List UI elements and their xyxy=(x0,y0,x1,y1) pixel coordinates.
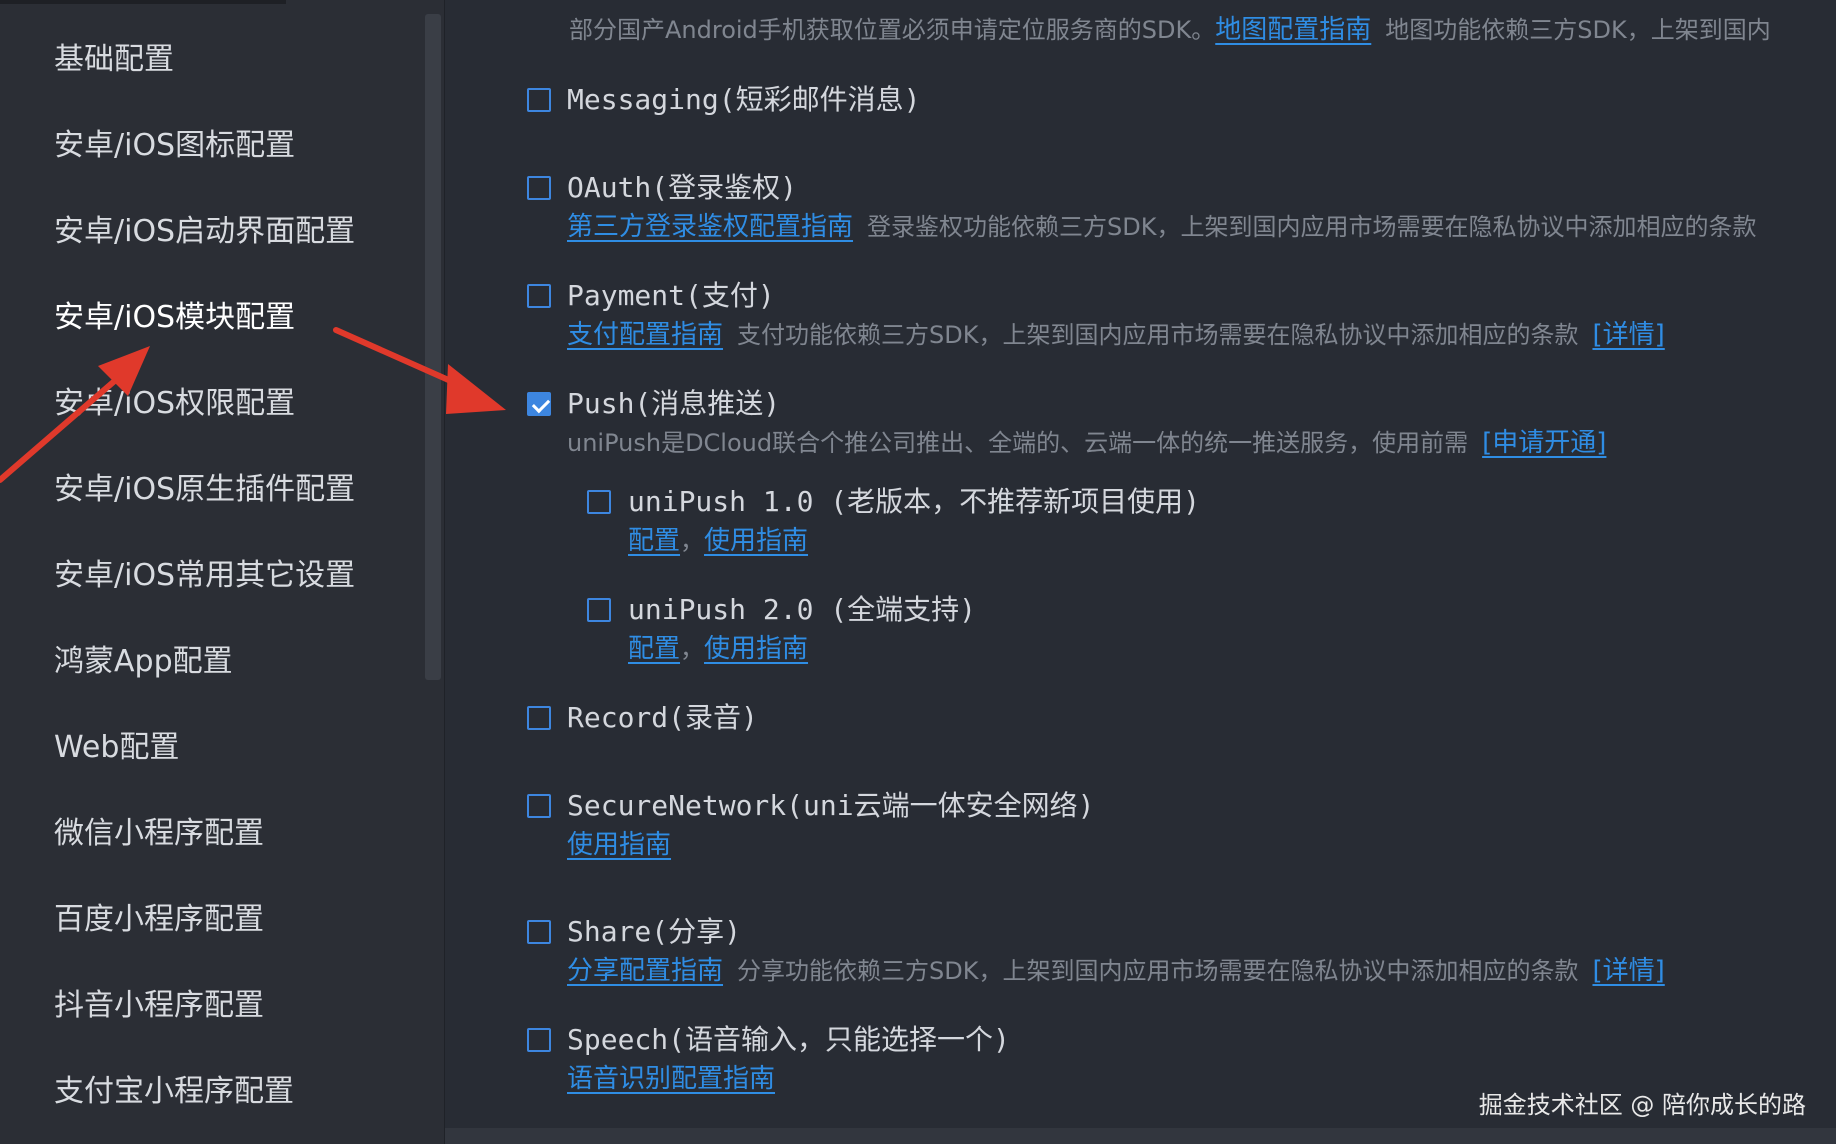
sidebar-item-icon[interactable]: 安卓/iOS图标配置 xyxy=(54,116,295,176)
oauth-desc-line: 第三方登录鉴权配置指南 登录鉴权功能依赖三方SDK，上架到国内应用市场需要在隐私协… xyxy=(567,210,1756,244)
sidebar-item-alipay[interactable]: 支付宝小程序配置 xyxy=(54,1062,294,1122)
speech-label: Speech(语音输入，只能选择一个) xyxy=(567,1023,1010,1056)
securenetwork-label: SecureNetwork(uni云端一体安全网络) xyxy=(567,789,1095,822)
location-note: 部分国产Android手机获取位置必须申请定位服务商的SDK。地图配置指南 地图功… xyxy=(569,13,1771,47)
sidebar-item-wechat[interactable]: 微信小程序配置 xyxy=(54,804,264,864)
sidebar-item-baidu[interactable]: 百度小程序配置 xyxy=(54,890,264,950)
payment-detail-link[interactable]: [详情] xyxy=(1592,320,1664,350)
speech-desc-line: 语音识别配置指南 xyxy=(567,1062,775,1096)
speech-checkbox[interactable] xyxy=(527,1028,551,1052)
sidebar-item-web[interactable]: Web配置 xyxy=(54,718,179,778)
unipush2-label: uniPush 2.0 (全端支持) xyxy=(628,593,977,626)
push-desc-line: uniPush是DCloud联合个推公司推出、全端的、云端一体的统一推送服务，使… xyxy=(567,426,1606,460)
share-desc: 分享功能依赖三方SDK，上架到国内应用市场需要在隐私协议中添加相应的条款 xyxy=(737,957,1579,985)
securenetwork-desc-line: 使用指南 xyxy=(567,828,671,862)
payment-checkbox[interactable] xyxy=(527,284,551,308)
share-detail-link[interactable]: [详情] xyxy=(1592,956,1664,986)
horizontal-scrollbar[interactable] xyxy=(445,1128,1836,1144)
location-note-tail: 地图功能依赖三方SDK，上架到国内 xyxy=(1385,16,1771,44)
sidebar-item-native-plugins[interactable]: 安卓/iOS原生插件配置 xyxy=(54,460,355,520)
sidebar-item-splash[interactable]: 安卓/iOS启动界面配置 xyxy=(54,202,355,262)
oauth-guide-link[interactable]: 第三方登录鉴权配置指南 xyxy=(567,212,853,242)
location-note-text: 部分国产Android手机获取位置必须申请定位服务商的SDK。 xyxy=(569,16,1216,44)
push-label: Push(消息推送) xyxy=(567,387,781,420)
unipush2-config-link[interactable]: 配置 xyxy=(628,634,680,664)
sidebar-item-other-settings[interactable]: 安卓/iOS常用其它设置 xyxy=(54,546,355,606)
unipush1-checkbox[interactable] xyxy=(587,490,611,514)
sidebar-item-harmony[interactable]: 鸿蒙App配置 xyxy=(54,632,233,692)
share-desc-line: 分享配置指南 分享功能依赖三方SDK，上架到国内应用市场需要在隐私协议中添加相应的… xyxy=(567,954,1665,988)
unipush2-guide-link[interactable]: 使用指南 xyxy=(704,634,808,664)
oauth-label: OAuth(登录鉴权) xyxy=(567,171,798,204)
module-config-panel: 部分国产Android手机获取位置必须申请定位服务商的SDK。地图配置指南 地图功… xyxy=(445,0,1836,1144)
sidebar-item-modules[interactable]: 安卓/iOS模块配置 xyxy=(54,288,295,348)
securenetwork-guide-link[interactable]: 使用指南 xyxy=(567,830,671,860)
securenetwork-checkbox[interactable] xyxy=(527,794,551,818)
push-desc: uniPush是DCloud联合个推公司推出、全端的、云端一体的统一推送服务，使… xyxy=(567,429,1469,457)
share-checkbox[interactable] xyxy=(527,920,551,944)
payment-desc-line: 支付配置指南 支付功能依赖三方SDK，上架到国内应用市场需要在隐私协议中添加相应的… xyxy=(567,318,1665,352)
payment-label: Payment(支付) xyxy=(567,279,775,312)
record-label: Record(录音) xyxy=(567,701,758,734)
sidebar-scrollbar[interactable] xyxy=(425,14,441,680)
speech-guide-link[interactable]: 语音识别配置指南 xyxy=(567,1064,775,1094)
sidebar-tab-indicator xyxy=(0,0,286,4)
messaging-label: Messaging(短彩邮件消息) xyxy=(567,83,921,116)
unipush1-config-link[interactable]: 配置 xyxy=(628,526,680,556)
messaging-checkbox[interactable] xyxy=(527,88,551,112)
unipush2-links: 配置，使用指南 xyxy=(628,632,808,666)
map-guide-link[interactable]: 地图配置指南 xyxy=(1215,15,1371,45)
record-checkbox[interactable] xyxy=(527,706,551,730)
unipush1-guide-link[interactable]: 使用指南 xyxy=(704,526,808,556)
unipush1-links: 配置，使用指南 xyxy=(628,524,808,558)
payment-guide-link[interactable]: 支付配置指南 xyxy=(567,320,723,350)
share-guide-link[interactable]: 分享配置指南 xyxy=(567,956,723,986)
unipush1-separator: ， xyxy=(680,527,705,555)
sidebar-item-basic[interactable]: 基础配置 xyxy=(54,30,174,90)
watermark: 掘金技术社区 @ 陪你成长的路 xyxy=(1478,1091,1806,1119)
oauth-desc: 登录鉴权功能依赖三方SDK，上架到国内应用市场需要在隐私协议中添加相应的条款 xyxy=(867,213,1757,241)
sidebar-item-douyin[interactable]: 抖音小程序配置 xyxy=(54,976,264,1036)
unipush2-checkbox[interactable] xyxy=(587,598,611,622)
sidebar-item-permissions[interactable]: 安卓/iOS权限配置 xyxy=(54,374,295,434)
settings-sidebar: 基础配置 安卓/iOS图标配置 安卓/iOS启动界面配置 安卓/iOS模块配置 … xyxy=(0,0,445,1144)
push-checkbox[interactable] xyxy=(527,392,551,416)
unipush2-separator: ， xyxy=(680,635,705,663)
unipush1-label: uniPush 1.0 (老版本，不推荐新项目使用) xyxy=(628,485,1201,518)
push-apply-link[interactable]: [申请开通] xyxy=(1482,428,1606,458)
share-label: Share(分享) xyxy=(567,915,742,948)
payment-desc: 支付功能依赖三方SDK，上架到国内应用市场需要在隐私协议中添加相应的条款 xyxy=(737,321,1579,349)
oauth-checkbox[interactable] xyxy=(527,176,551,200)
